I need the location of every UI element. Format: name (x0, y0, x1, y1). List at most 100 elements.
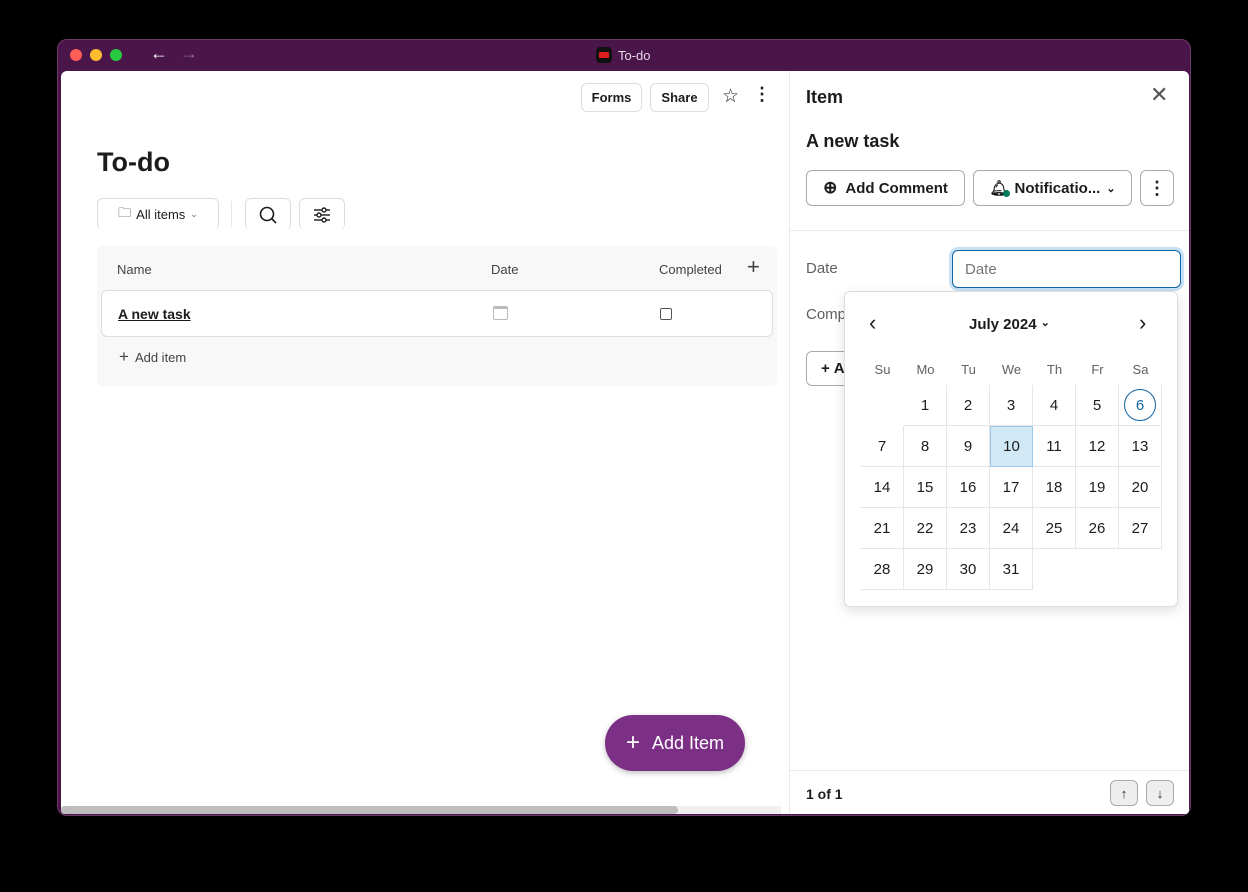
add-column-icon[interactable]: + (747, 254, 760, 280)
day-number: 24 (1002, 519, 1020, 537)
star-icon[interactable]: ☆ (722, 85, 739, 108)
forms-button[interactable]: Forms (581, 83, 642, 112)
more-actions-button[interactable]: ⋮ (1140, 170, 1174, 206)
day-31[interactable]: 31 (990, 549, 1033, 590)
month-selector[interactable]: July 2024 ⌄ (969, 316, 1050, 333)
close-window-button[interactable] (70, 49, 82, 61)
day-14[interactable]: 14 (861, 467, 904, 508)
view-selector[interactable]: 🗀 All items ⌄ (97, 198, 219, 230)
day-number: 23 (959, 519, 977, 537)
sliders-icon (314, 206, 330, 223)
share-button[interactable]: Share (650, 83, 709, 112)
plus-icon: + (119, 347, 129, 366)
day-number: 25 (1045, 519, 1063, 537)
day-number: 2 (963, 396, 973, 414)
weekday-header: Tu (961, 362, 976, 377)
day-26[interactable]: 26 (1076, 508, 1119, 549)
next-item-button[interactable]: ↓ (1146, 780, 1174, 806)
day-number: 11 (1046, 437, 1062, 455)
day-number: 26 (1088, 519, 1106, 537)
chevron-down-icon: ⌄ (1106, 182, 1116, 195)
weekday-header: Su (874, 362, 891, 377)
more-options-icon[interactable]: ⋮ (753, 84, 771, 105)
day-28[interactable]: 28 (861, 549, 904, 590)
item-name: A new task (806, 131, 900, 151)
day-29[interactable]: 29 (904, 549, 947, 590)
day-number: 12 (1088, 437, 1106, 455)
day-number: 31 (1002, 560, 1020, 578)
weekday-header: We (1001, 362, 1022, 377)
day-15[interactable]: 15 (904, 467, 947, 508)
day-20[interactable]: 20 (1119, 467, 1162, 508)
day-number: 29 (916, 560, 934, 578)
day-23[interactable]: 23 (947, 508, 990, 549)
day-number: 9 (963, 437, 973, 455)
table-row[interactable]: A new task (101, 290, 773, 337)
day-12[interactable]: 12 (1076, 426, 1119, 467)
day-4[interactable]: 4 (1033, 385, 1076, 426)
day-6[interactable]: 6 (1119, 385, 1162, 426)
day-25[interactable]: 25 (1033, 508, 1076, 549)
previous-item-button[interactable]: ↑ (1110, 780, 1138, 806)
date-input[interactable] (952, 250, 1181, 288)
calendar-icon[interactable] (493, 306, 508, 320)
maximize-window-button[interactable] (110, 49, 122, 61)
completed-checkbox[interactable] (660, 308, 672, 320)
folder-icon: 🗀 (118, 204, 132, 220)
day-11[interactable]: 11 (1033, 426, 1076, 467)
search-button[interactable] (245, 198, 291, 230)
horizontal-scrollbar[interactable] (61, 806, 781, 814)
day-27[interactable]: 27 (1119, 508, 1162, 549)
day-1[interactable]: 1 (904, 385, 947, 426)
day-30[interactable]: 30 (947, 549, 990, 590)
day-13[interactable]: 13 (1119, 426, 1162, 467)
panel-title: Item (806, 87, 844, 107)
day-24[interactable]: 24 (990, 508, 1033, 549)
add-item-fab[interactable]: + Add Item (605, 715, 745, 771)
day-19[interactable]: 19 (1076, 467, 1119, 508)
completed-label: Comp (806, 306, 847, 323)
day-number: 7 (877, 437, 887, 455)
filter-button[interactable] (299, 198, 345, 230)
day-16[interactable]: 16 (947, 467, 990, 508)
day-18[interactable]: 18 (1033, 467, 1076, 508)
item-name-link[interactable]: A new task (118, 306, 191, 322)
day-number: 13 (1131, 437, 1149, 455)
add-item-row-button[interactable]: + Add item (119, 347, 186, 366)
back-arrow-icon[interactable]: ← (150, 43, 168, 64)
weekday-header: Th (1046, 362, 1063, 377)
comment-plus-icon: ⊕ (823, 178, 838, 197)
forward-arrow-icon[interactable]: → (180, 43, 198, 64)
day-number: 4 (1049, 396, 1059, 414)
day-number: 22 (916, 519, 934, 537)
chevron-down-icon: ⌄ (190, 209, 198, 219)
day-number: 21 (873, 519, 891, 537)
scrollbar-thumb[interactable] (61, 806, 678, 814)
day-7[interactable]: 7 (861, 426, 904, 467)
day-5[interactable]: 5 (1076, 385, 1119, 426)
minimize-window-button[interactable] (90, 49, 102, 61)
day-21[interactable]: 21 (861, 508, 904, 549)
day-number: 30 (959, 560, 977, 578)
column-header-name[interactable]: Name (117, 262, 152, 277)
day-2[interactable]: 2 (947, 385, 990, 426)
day-10[interactable]: 10 (990, 426, 1033, 467)
notifications-button[interactable]: 🔔︎ Notificatio... ⌄ (973, 170, 1132, 206)
day-3[interactable]: 3 (990, 385, 1033, 426)
weekday-header: Mo (916, 362, 935, 377)
column-header-completed[interactable]: Completed (659, 262, 722, 277)
day-22[interactable]: 22 (904, 508, 947, 549)
previous-month-button[interactable]: ‹ (869, 310, 876, 336)
day-9[interactable]: 9 (947, 426, 990, 467)
day-8[interactable]: 8 (904, 426, 947, 467)
column-header-date[interactable]: Date (491, 262, 518, 277)
next-month-button[interactable]: › (1139, 310, 1146, 336)
plus-icon: + (821, 360, 830, 377)
day-number: 19 (1088, 478, 1106, 496)
add-comment-button[interactable]: ⊕ Add Comment (806, 170, 965, 206)
content-area: Forms Share ☆ ⋮ To-do 🗀 All items ⌄ Name D… (61, 71, 1189, 814)
close-icon[interactable]: ✕ (1150, 82, 1168, 108)
day-17[interactable]: 17 (990, 467, 1033, 508)
divider (790, 230, 1189, 231)
day-number: 18 (1045, 478, 1063, 496)
